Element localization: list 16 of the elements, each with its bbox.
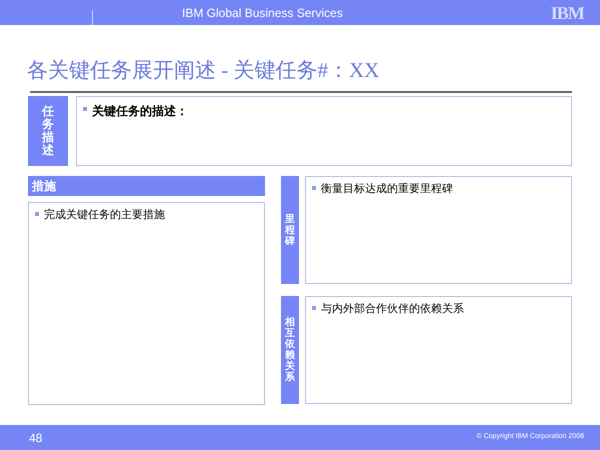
- bullet-icon: [83, 107, 87, 111]
- page-number: 48: [29, 430, 42, 446]
- slide-title: 各关键任务展开阐述 - 关键任务#：XX: [27, 57, 380, 84]
- bullet-text: 衡量目标达成的重要里程碑: [321, 182, 453, 197]
- bullet-icon: [312, 186, 316, 190]
- header-title: IBM Global Business Services: [182, 4, 343, 22]
- bullet-text: 关键任务的描述：: [92, 103, 188, 120]
- bullet-text: 与内外部合作伙伴的依赖关系: [321, 302, 464, 317]
- section-label-text: 任务描述: [42, 104, 54, 158]
- logo-text: IBM: [550, 4, 584, 22]
- section-label-text: 相互依赖关系: [285, 317, 295, 383]
- section-label-text: 里程碑: [285, 214, 295, 246]
- bullet-text: 完成关键任务的主要措施: [44, 208, 165, 223]
- bullet-icon: [312, 306, 316, 310]
- section-header: 措施: [28, 176, 265, 196]
- bullet-icon: [35, 212, 39, 216]
